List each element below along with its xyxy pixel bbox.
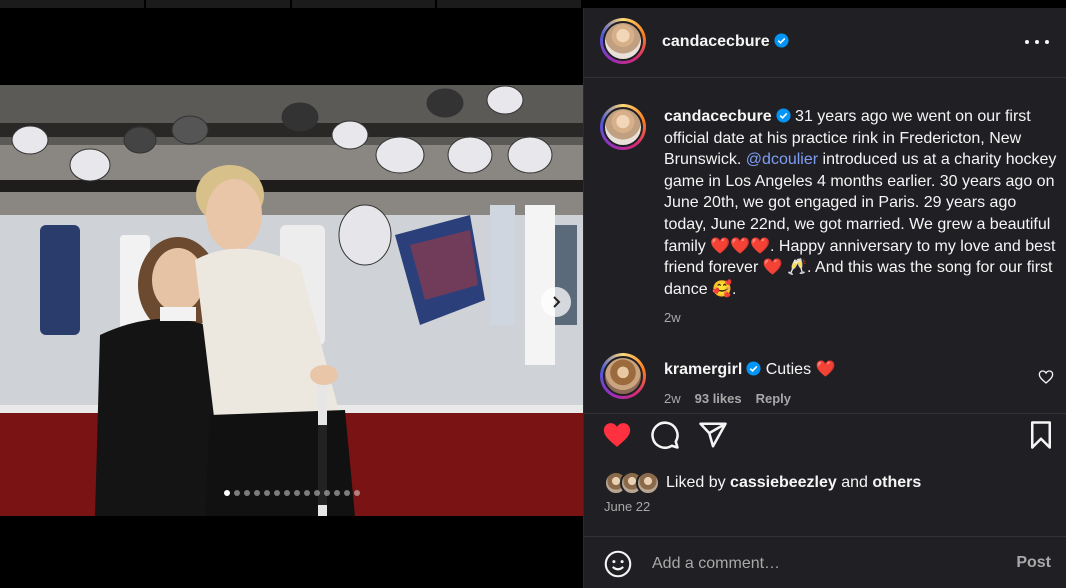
carousel-dot: [353, 490, 360, 496]
post-date[interactable]: June 22: [604, 499, 650, 514]
caption-author-avatar[interactable]: [600, 104, 646, 150]
author-username[interactable]: candacecbure: [662, 33, 789, 51]
divider: [584, 413, 1066, 414]
carousel-dot: [273, 490, 280, 496]
verified-badge-icon: [774, 33, 789, 48]
carousel-indicator: [0, 490, 583, 496]
heart-emoji: ❤️: [762, 259, 783, 277]
previous-posts-strip: [0, 0, 583, 8]
emoji-icon[interactable]: [604, 550, 632, 578]
toast-emoji: 🥂: [787, 259, 808, 277]
verified-badge-icon: [746, 361, 761, 376]
chevron-right-icon: [553, 296, 561, 308]
carousel-dot: [293, 490, 300, 496]
carousel-dot: [343, 490, 350, 496]
carousel-dot: [223, 490, 230, 496]
carousel-dot: [323, 490, 330, 496]
more-horizontal-icon: [1025, 40, 1029, 44]
carousel-dot: [253, 490, 260, 496]
liked-by-row: Liked by cassiebeezley and others: [604, 470, 921, 496]
author-avatar[interactable]: [600, 18, 646, 64]
carousel-dot: [243, 490, 250, 496]
liked-by-user[interactable]: cassiebeezley: [730, 474, 837, 492]
comment-text: kramergirl Cuties ❤️: [664, 361, 836, 378]
carousel-next-button[interactable]: [541, 287, 571, 317]
liked-by-avatars[interactable]: [604, 471, 660, 495]
smile-hearts-emoji: 🥰: [712, 280, 732, 298]
post-detail-panel: candacecbure candacecbure 31 years ago w…: [583, 8, 1066, 588]
post-comment-button[interactable]: Post: [1016, 554, 1051, 572]
caption-text: candacecbure 31 years ago we went on our…: [664, 108, 1057, 298]
commenter-username[interactable]: kramergirl: [664, 361, 742, 378]
post-actions-bar: [602, 420, 1052, 450]
comment-input[interactable]: [652, 551, 992, 577]
comment-likes-count[interactable]: 93 likes: [695, 391, 742, 406]
bookmark-icon[interactable]: [1026, 420, 1056, 450]
carousel-dot: [303, 490, 310, 496]
post-header: candacecbure: [584, 8, 1066, 78]
heart-outline-icon[interactable]: [1038, 369, 1054, 385]
carousel-dot: [313, 490, 320, 496]
media-pane: [0, 0, 583, 588]
reply-button[interactable]: Reply: [756, 391, 791, 406]
heart-emoji: ❤️: [815, 361, 836, 378]
carousel-dot: [283, 490, 290, 496]
commenter-avatar[interactable]: [600, 353, 646, 399]
add-comment-bar: Post: [584, 536, 1066, 588]
comment-meta: 2w 93 likes Reply: [664, 391, 791, 406]
like-heart-filled-icon[interactable]: [602, 420, 632, 450]
carousel-dot: [233, 490, 240, 496]
caption-timestamp[interactable]: 2w: [664, 310, 681, 325]
comment-bubble-icon[interactable]: [650, 420, 680, 450]
share-send-icon[interactable]: [698, 420, 728, 450]
carousel-dot: [263, 490, 270, 496]
caption-username[interactable]: candacecbure: [664, 108, 772, 125]
verified-badge-icon: [776, 108, 791, 123]
post-photo[interactable]: [0, 85, 583, 516]
mention-link[interactable]: @dcoulier: [746, 151, 818, 168]
carousel-dot: [333, 490, 340, 496]
liked-by-others[interactable]: others: [872, 474, 921, 492]
hearts-emoji: ❤️❤️❤️: [710, 237, 770, 255]
comment-timestamp[interactable]: 2w: [664, 391, 681, 406]
comment-item: kramergirl Cuties ❤️ 2w 93 likes Reply: [600, 353, 1060, 413]
more-options-button[interactable]: [1025, 32, 1049, 52]
